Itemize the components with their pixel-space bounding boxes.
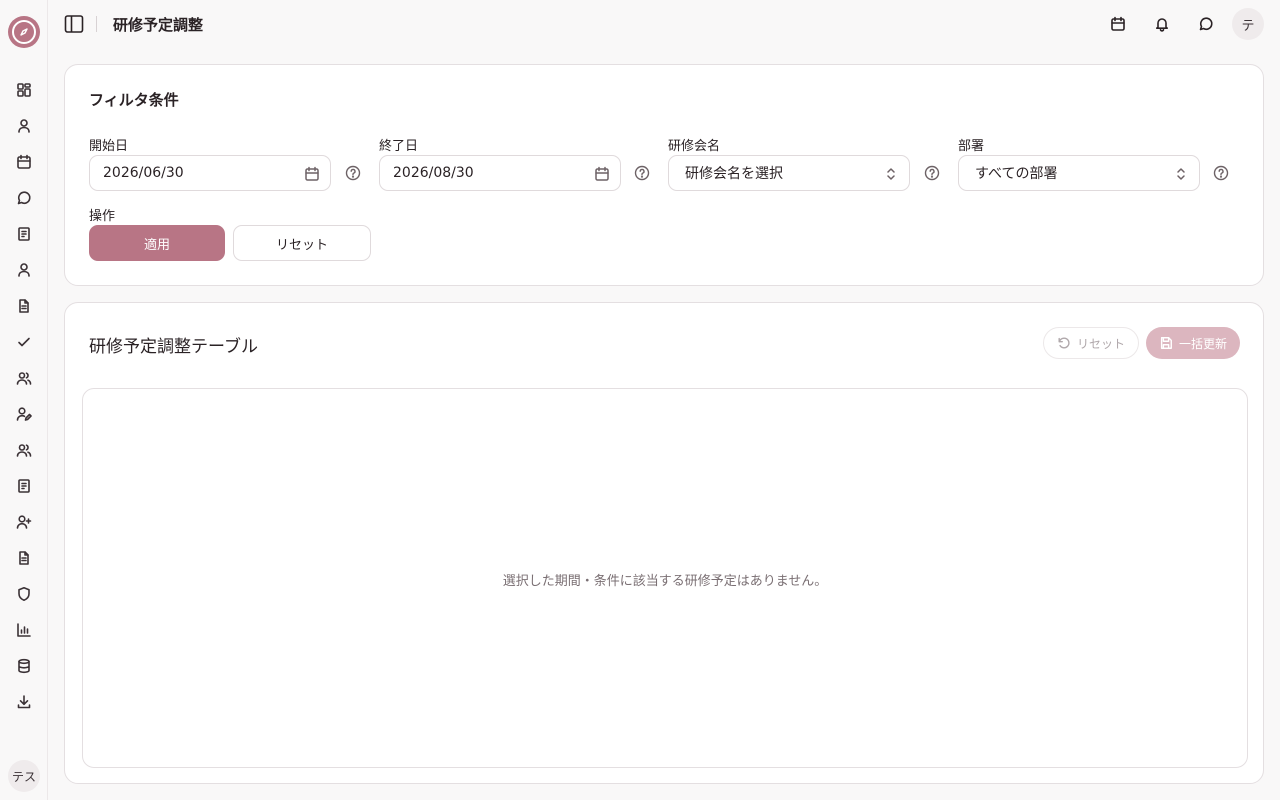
calendar-icon	[17, 154, 31, 169]
department-select[interactable]: すべての部署	[958, 155, 1200, 191]
sidebar-toggle-button[interactable]	[64, 14, 84, 34]
app-logo[interactable]	[8, 16, 40, 48]
shield-icon	[18, 587, 30, 601]
filter-card: フィルタ条件 開始日 2026/06/30 終了日 2026/08/30 研修会…	[64, 64, 1264, 286]
calendar-button[interactable]	[1108, 14, 1128, 34]
table-reset-button[interactable]: リセット	[1043, 327, 1139, 359]
chat-icon	[1199, 17, 1213, 31]
department-value: すべての部署	[975, 166, 1058, 182]
apply-button[interactable]: 適用	[89, 225, 225, 261]
filter-reset-button[interactable]: リセット	[233, 225, 371, 261]
sidebar-item-dashboard[interactable]	[14, 80, 34, 100]
start-date-input[interactable]: 2026/06/30	[89, 155, 331, 191]
page-title: 研修予定調整	[113, 16, 204, 34]
department-help-icon[interactable]	[1213, 165, 1229, 181]
sidebar-item-logs[interactable]	[14, 476, 34, 496]
check-icon	[18, 337, 30, 347]
calendar-icon[interactable]	[304, 166, 320, 182]
header-divider	[96, 16, 97, 32]
sidebar-item-analytics[interactable]	[14, 620, 34, 640]
calendar-icon	[1111, 16, 1125, 31]
sidebar-item-invite[interactable]	[14, 512, 34, 532]
chevrons-up-down-icon	[883, 166, 899, 182]
bell-icon	[1156, 18, 1168, 32]
user-icon	[18, 119, 30, 133]
book-icon	[18, 227, 30, 241]
grid-icon	[17, 83, 31, 97]
sidebar-item-messages[interactable]	[14, 188, 34, 208]
chart-icon	[17, 623, 31, 637]
database-icon	[18, 658, 30, 674]
users-icon	[16, 444, 32, 457]
training-name-placeholder: 研修会名を選択	[685, 166, 783, 182]
messages-button[interactable]	[1196, 14, 1216, 34]
compass-logo-icon	[12, 20, 36, 44]
user-plus-icon	[16, 515, 32, 529]
end-date-label: 終了日	[379, 139, 419, 154]
sidebar-item-groups[interactable]	[14, 368, 34, 388]
file-icon	[19, 299, 29, 313]
sidebar-item-reports[interactable]	[14, 296, 34, 316]
training-name-label: 研修会名	[668, 139, 721, 154]
top-header: 研修予定調整 テ	[48, 0, 1280, 48]
schedule-table-card: 研修予定調整テーブル リセット 一括更新 選択した期間・条件に該当する研修予定は…	[64, 302, 1264, 784]
save-icon	[1160, 337, 1172, 349]
sidebar-item-calendar[interactable]	[14, 152, 34, 172]
notifications-button[interactable]	[1152, 14, 1172, 34]
sidebar-item-profile[interactable]	[14, 116, 34, 136]
sidebar-item-database[interactable]	[14, 656, 34, 676]
users-icon	[16, 372, 32, 385]
sidebar-item-security[interactable]	[14, 584, 34, 604]
end-date-value: 2026/08/30	[393, 165, 474, 181]
book-icon	[18, 479, 30, 493]
training-name-help-icon[interactable]	[924, 165, 940, 181]
sidebar-item-signatures[interactable]	[14, 404, 34, 424]
bulk-update-label: 一括更新	[1178, 336, 1227, 351]
chat-icon	[17, 191, 31, 205]
sidebar-item-tasks[interactable]	[14, 332, 34, 352]
start-date-help-icon[interactable]	[345, 165, 361, 181]
calendar-icon[interactable]	[594, 166, 610, 182]
sidebar-item-teams[interactable]	[14, 440, 34, 460]
avatar[interactable]: テ	[1232, 8, 1264, 40]
sidebar-item-forms[interactable]	[14, 548, 34, 568]
start-date-label: 開始日	[89, 139, 129, 154]
file-icon	[19, 551, 29, 565]
sidebar-item-members[interactable]	[14, 260, 34, 280]
sidebar-item-documents[interactable]	[14, 224, 34, 244]
panel-left-icon	[64, 15, 84, 33]
empty-state-message: 選択した期間・条件に該当する研修予定はありません。	[502, 574, 828, 589]
department-label: 部署	[958, 139, 985, 154]
table-reset-label: リセット	[1076, 336, 1125, 351]
bulk-update-button[interactable]: 一括更新	[1146, 327, 1240, 359]
user-menu[interactable]: テス	[8, 760, 40, 792]
user-pen-icon	[16, 407, 32, 421]
end-date-help-icon[interactable]	[634, 165, 650, 181]
training-name-select[interactable]: 研修会名を選択	[668, 155, 910, 191]
sidebar-item-download[interactable]	[14, 692, 34, 712]
table-title: 研修予定調整テーブル	[89, 337, 258, 357]
filter-title: フィルタ条件	[89, 91, 179, 109]
chevrons-up-down-icon	[1173, 166, 1189, 182]
start-date-value: 2026/06/30	[103, 165, 184, 181]
end-date-input[interactable]: 2026/08/30	[379, 155, 621, 191]
download-icon	[17, 695, 31, 709]
sidebar: テス	[0, 0, 48, 800]
actions-label: 操作	[89, 209, 116, 224]
schedule-table: 選択した期間・条件に該当する研修予定はありません。	[82, 388, 1248, 768]
user-icon	[18, 263, 30, 277]
rotate-ccw-icon	[1058, 337, 1070, 349]
